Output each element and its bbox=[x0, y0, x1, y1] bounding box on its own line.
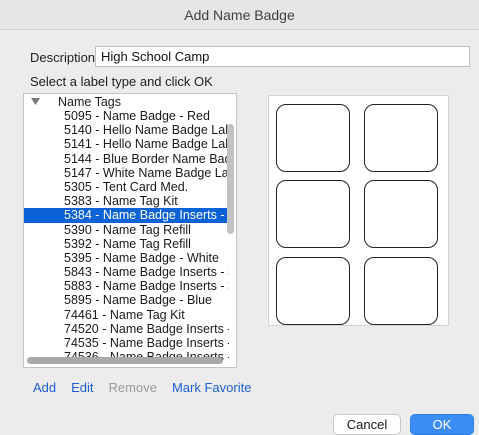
disclosure-triangle-icon[interactable] bbox=[30, 97, 41, 108]
preview-label-cell bbox=[364, 104, 438, 172]
add-link[interactable]: Add bbox=[33, 380, 56, 395]
preview-label-cell bbox=[364, 257, 438, 325]
group-label: Name Tags bbox=[58, 95, 121, 109]
list-actions: Add Edit Remove Mark Favorite bbox=[33, 380, 266, 395]
ok-button[interactable]: OK bbox=[410, 414, 474, 435]
label-list-item[interactable]: 5383 - Name Tag Kit bbox=[24, 194, 229, 208]
label-type-list[interactable]: Name Tags 5095 - Name Badge - Red 5140 - … bbox=[23, 93, 237, 368]
mark-favorite-link[interactable]: Mark Favorite bbox=[172, 380, 251, 395]
label-list-item[interactable]: 5390 - Name Tag Refill bbox=[24, 223, 229, 237]
window-title-bar: Add Name Badge bbox=[0, 0, 479, 30]
instruction-text: Select a label type and click OK bbox=[30, 74, 213, 89]
label-items: 5095 - Name Badge - Red 5140 - Hello Name… bbox=[24, 109, 229, 364]
label-preview bbox=[268, 95, 449, 326]
preview-label-cell bbox=[276, 104, 350, 172]
description-input[interactable] bbox=[95, 46, 470, 67]
label-list-item[interactable]: 5147 - White Name Badge Labels bbox=[24, 166, 229, 180]
description-label: Description: bbox=[30, 50, 99, 65]
label-list-item[interactable]: 5095 - Name Badge - Red bbox=[24, 109, 229, 123]
label-list-item[interactable]: 5883 - Name Badge Inserts - 3 bbox=[24, 279, 229, 293]
edit-link[interactable]: Edit bbox=[71, 380, 93, 395]
cancel-button[interactable]: Cancel bbox=[333, 414, 401, 435]
window-title: Add Name Badge bbox=[184, 7, 295, 23]
remove-link: Remove bbox=[108, 380, 157, 395]
label-list-item[interactable]: 5140 - Hello Name Badge Labels bbox=[24, 123, 229, 137]
preview-label-cell bbox=[276, 180, 350, 248]
group-row-name-tags[interactable]: Name Tags bbox=[24, 95, 229, 109]
label-list-item[interactable]: 5141 - Hello Name Badge Labels bbox=[24, 137, 229, 151]
label-list-item[interactable]: 5392 - Name Tag Refill bbox=[24, 237, 229, 251]
vertical-scrollbar-thumb[interactable] bbox=[227, 124, 234, 234]
label-list-item[interactable]: 5895 - Name Badge - Blue bbox=[24, 293, 229, 307]
label-list-item[interactable]: 5384 - Name Badge Inserts - 3 bbox=[24, 208, 229, 223]
label-list-item[interactable]: 5305 - Tent Card Med. bbox=[24, 180, 229, 194]
label-list-item[interactable]: 5395 - Name Badge - White bbox=[24, 251, 229, 265]
label-list-item[interactable]: 74461 - Name Tag Kit bbox=[24, 308, 229, 322]
label-list-item[interactable]: 74535 - Name Badge Inserts - bbox=[24, 336, 229, 350]
vertical-scrollbar[interactable] bbox=[227, 96, 234, 354]
label-list-item[interactable]: 74520 - Name Badge Inserts - bbox=[24, 322, 229, 336]
preview-label-cell bbox=[276, 257, 350, 325]
label-type-list-content: Name Tags 5095 - Name Badge - Red 5140 - … bbox=[24, 94, 229, 364]
preview-label-cell bbox=[364, 180, 438, 248]
label-list-item[interactable]: 5843 - Name Badge Inserts - 3 bbox=[24, 265, 229, 279]
horizontal-scrollbar-thumb[interactable] bbox=[27, 357, 223, 364]
label-list-item[interactable]: 5144 - Blue Border Name Badge bbox=[24, 152, 229, 166]
